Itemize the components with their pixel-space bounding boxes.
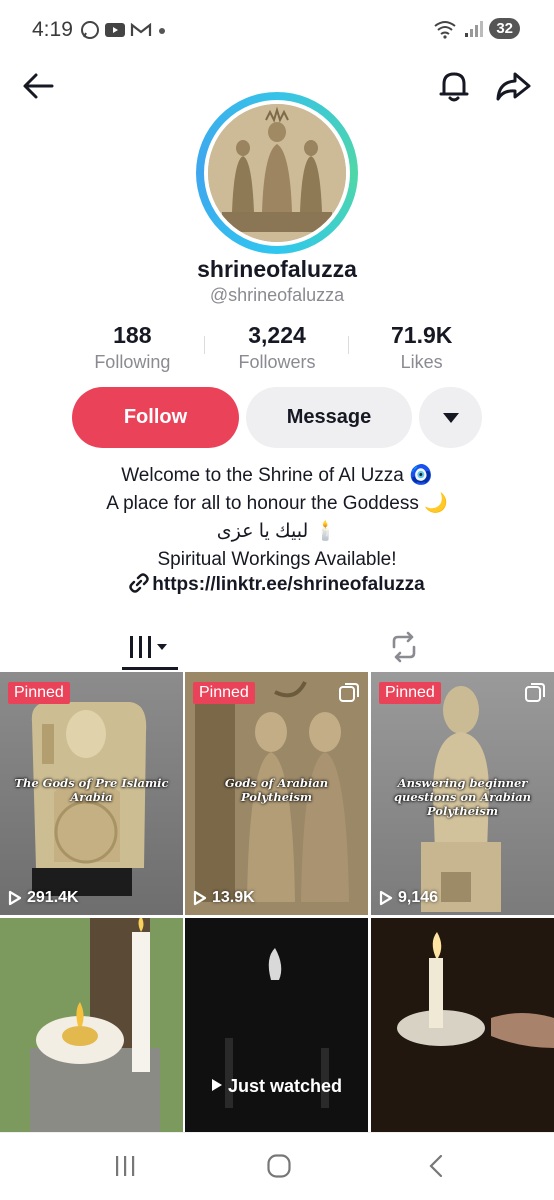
whatsapp-icon bbox=[81, 21, 99, 39]
caret-down-icon bbox=[442, 412, 459, 423]
message-button[interactable]: Message bbox=[246, 387, 412, 448]
home-icon bbox=[267, 1154, 291, 1178]
bio-line: لبيك يا عزى 🕯️ bbox=[216, 521, 338, 542]
avatar[interactable] bbox=[204, 100, 350, 246]
goddess-relief-image bbox=[208, 104, 346, 242]
video-thumbnail[interactable]: Pinned The Gods of Pre Islamic Arabia 29… bbox=[0, 672, 183, 915]
play-icon bbox=[8, 890, 22, 906]
tab-videos[interactable] bbox=[122, 627, 178, 667]
pinned-badge: Pinned bbox=[8, 682, 70, 704]
bio-line: A place for all to honour the Goddess 🌙 bbox=[106, 493, 448, 514]
profile-stats: 188 Following 3,224 Followers 71.9K Like… bbox=[60, 322, 494, 374]
play-icon bbox=[193, 890, 207, 906]
stat-followers[interactable]: 3,224 Followers bbox=[205, 322, 350, 374]
videos-grid-icon bbox=[130, 636, 167, 658]
photo-carousel-icon bbox=[339, 683, 359, 702]
video-title: Answering beginner questions on Arabian … bbox=[393, 776, 532, 818]
stat-value: 188 bbox=[113, 322, 152, 348]
video-grid: Pinned The Gods of Pre Islamic Arabia 29… bbox=[0, 672, 554, 1161]
view-count: 13.9K bbox=[193, 889, 255, 907]
back-button[interactable] bbox=[18, 66, 58, 106]
video-thumbnail[interactable] bbox=[371, 918, 554, 1161]
display-name: shrineofaluzza bbox=[197, 256, 357, 282]
dark-flame-image bbox=[185, 918, 368, 1132]
stat-value: 71.9K bbox=[390, 322, 453, 348]
stat-label: Followers bbox=[238, 352, 316, 372]
stat-value: 3,224 bbox=[248, 322, 306, 348]
bio-line: Welcome to the Shrine of Al Uzza 🧿 bbox=[121, 465, 433, 486]
stat-label: Following bbox=[94, 352, 171, 372]
pinned-badge: Pinned bbox=[193, 682, 255, 704]
status-time: 4:19 bbox=[32, 18, 73, 41]
view-count-value: 13.9K bbox=[212, 889, 255, 906]
bio-link-text: https://linktr.ee/shrineofaluzza bbox=[152, 574, 425, 595]
bio-link[interactable]: https://linktr.ee/shrineofaluzza bbox=[0, 573, 554, 596]
content-tabs bbox=[0, 617, 554, 671]
repost-icon bbox=[392, 631, 416, 663]
bio: Welcome to the Shrine of Al Uzza 🧿 A pla… bbox=[0, 462, 554, 574]
play-icon bbox=[379, 890, 393, 906]
dot-icon bbox=[159, 28, 165, 34]
pinned-badge: Pinned bbox=[379, 682, 441, 704]
stat-following[interactable]: 188 Following bbox=[60, 322, 205, 374]
home-button[interactable] bbox=[266, 1153, 292, 1179]
candle-night-image bbox=[371, 918, 554, 1132]
chevron-left-icon bbox=[429, 1154, 443, 1178]
tab-reposts[interactable] bbox=[384, 627, 424, 667]
video-thumbnail[interactable]: Just watched bbox=[185, 918, 368, 1161]
share-button[interactable] bbox=[493, 66, 533, 106]
suggested-accounts-button[interactable] bbox=[419, 387, 482, 448]
video-thumbnail[interactable]: Pinned Gods of Arabian Polytheism 13.9K bbox=[185, 672, 368, 915]
just-watched-label: Just watched bbox=[227, 1076, 343, 1096]
bio-line: Spiritual Workings Available! bbox=[157, 549, 397, 570]
view-count-value: 291.4K bbox=[27, 889, 79, 906]
view-count: 291.4K bbox=[8, 889, 79, 907]
tab-selected-indicator bbox=[122, 667, 178, 670]
play-icon bbox=[211, 1079, 222, 1091]
status-bar: 4:19 32 bbox=[0, 0, 554, 62]
view-count-value: 9,146 bbox=[398, 889, 439, 906]
battery-icon: 32 bbox=[489, 18, 520, 39]
recent-apps-button[interactable] bbox=[112, 1153, 138, 1179]
system-navigation-bar bbox=[0, 1132, 554, 1200]
username: @shrineofaluzza bbox=[209, 285, 345, 305]
candle-offering-image bbox=[0, 918, 183, 1132]
photo-carousel-icon bbox=[525, 683, 545, 702]
youtube-icon bbox=[105, 23, 125, 37]
video-title: The Gods of Pre Islamic Arabia bbox=[14, 776, 169, 804]
follow-button[interactable]: Follow bbox=[72, 387, 239, 448]
view-count: 9,146 bbox=[379, 889, 438, 907]
bell-icon bbox=[439, 72, 469, 102]
video-title: Gods of Arabian Polytheism bbox=[224, 776, 329, 804]
video-thumbnail[interactable]: Pinned Answering beginner questions on A… bbox=[371, 672, 554, 915]
stat-likes[interactable]: 71.9K Likes bbox=[349, 322, 494, 374]
link-icon bbox=[129, 573, 149, 593]
notification-icons bbox=[80, 20, 168, 40]
recent-apps-icon bbox=[116, 1156, 135, 1176]
signal-icon bbox=[465, 20, 484, 37]
just-watched-indicator: Just watched bbox=[185, 1076, 368, 1097]
video-thumbnail[interactable] bbox=[0, 918, 183, 1161]
system-icons: 32 bbox=[433, 18, 520, 39]
notification-bell-button[interactable] bbox=[434, 66, 474, 106]
back-arrow-icon bbox=[23, 73, 54, 99]
share-icon bbox=[496, 72, 531, 101]
stat-label: Likes bbox=[400, 352, 443, 372]
wifi-icon bbox=[434, 20, 456, 39]
gmail-icon bbox=[130, 22, 152, 36]
system-back-button[interactable] bbox=[424, 1153, 450, 1179]
